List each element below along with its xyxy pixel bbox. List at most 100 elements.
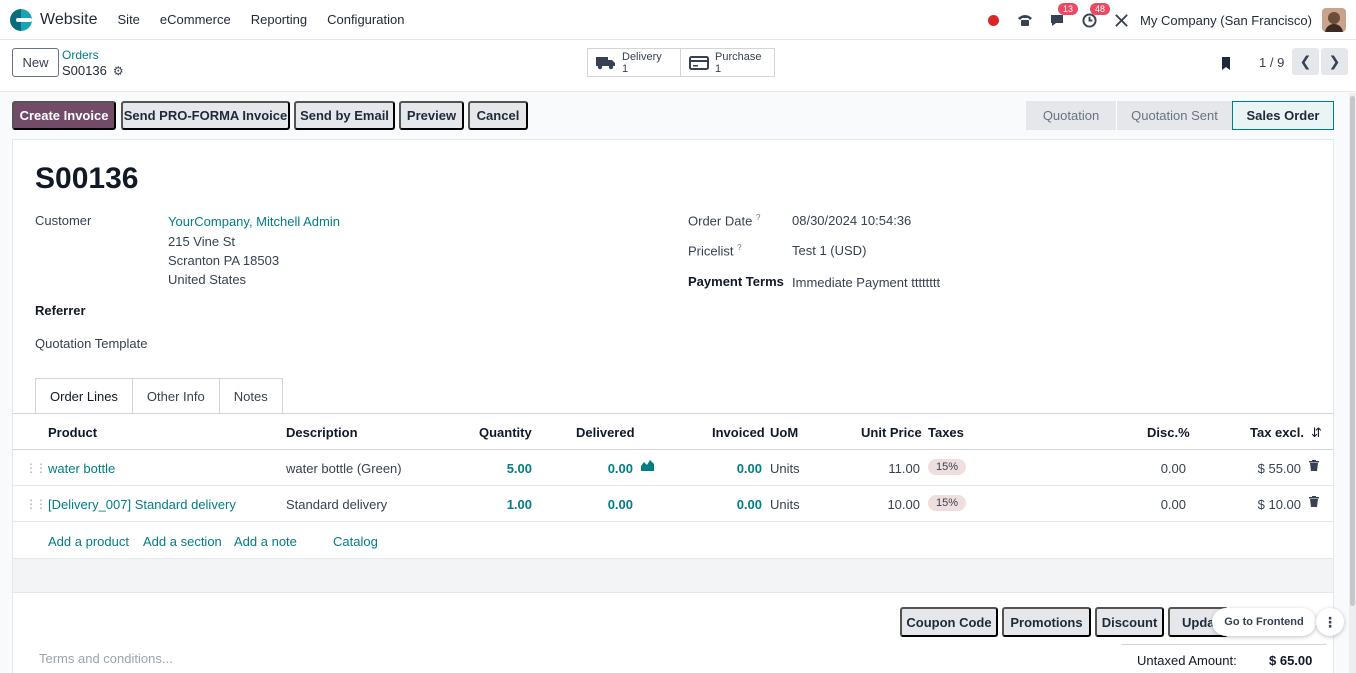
pager-value[interactable]: 1 / 9 [1259, 55, 1284, 70]
row-quantity[interactable]: 5.00 [483, 461, 532, 476]
table-row[interactable]: ⋮⋮ [Delivery_007] Standard delivery Stan… [13, 486, 1333, 522]
tab-notes[interactable]: Notes [218, 378, 283, 414]
order-date-field[interactable]: 08/30/2024 10:54:36 [792, 213, 911, 228]
website-logo-icon [10, 8, 32, 31]
send-by-email-button[interactable]: Send by Email [294, 101, 395, 130]
col-unit-price[interactable]: Unit Price [861, 425, 922, 440]
messages-button[interactable]: 13 [1048, 3, 1079, 29]
go-to-frontend-button[interactable]: Go to Frontend [1212, 608, 1316, 636]
col-invoiced[interactable]: Invoiced [712, 425, 765, 440]
row-product[interactable]: [Delivery_007] Standard delivery [48, 497, 236, 512]
row-tax-badge[interactable]: 15% [928, 495, 967, 511]
send-proforma-button[interactable]: Send PRO-FORMA Invoice [121, 101, 290, 130]
payment-terms-field[interactable]: Immediate Payment tttttttt [792, 275, 940, 290]
debug-tools-button[interactable] [1112, 11, 1130, 29]
bookmark-icon[interactable] [1220, 56, 1232, 74]
delivery-smart-button[interactable]: Delivery 1 [587, 48, 681, 77]
new-button[interactable]: New [12, 48, 59, 77]
row-uom[interactable]: Units [770, 461, 800, 476]
menu-item-ecommerce[interactable]: eCommerce [160, 12, 231, 27]
row-product[interactable]: water bottle [48, 461, 115, 476]
app-logo[interactable]: Website [10, 8, 98, 31]
phone-button[interactable] [1016, 11, 1034, 29]
delivery-label: Delivery [622, 50, 662, 63]
terms-field[interactable]: Terms and conditions... [39, 651, 173, 666]
row-delivered: 0.00 [607, 497, 633, 512]
col-product[interactable]: Product [48, 425, 97, 440]
activities-button[interactable]: 48 [1080, 3, 1111, 29]
chat-icon [1051, 15, 1064, 26]
company-switcher[interactable]: My Company (San Francisco) [1140, 13, 1312, 28]
purchase-count: 1 [715, 62, 722, 75]
stage-quotation[interactable]: Quotation [1026, 101, 1116, 130]
page-scrollbar-thumb[interactable] [1350, 96, 1355, 606]
payment-terms-label: Payment Terms [688, 274, 784, 289]
customer-link[interactable]: YourCompany, Mitchell Admin [168, 214, 340, 229]
cancel-button[interactable]: Cancel [468, 101, 528, 130]
row-description[interactable]: water bottle (Green) [286, 461, 402, 476]
purchase-smart-button[interactable]: Purchase 1 [680, 48, 775, 77]
control-panel: New Orders S00136 ⚙ Delivery 1 Purchase … [0, 40, 1356, 92]
col-description[interactable]: Description [286, 425, 358, 440]
col-quantity[interactable]: Quantity [479, 425, 532, 440]
column-settings-icon[interactable]: ⇵ [1311, 425, 1322, 441]
row-discount[interactable]: 0.00 [1133, 461, 1186, 476]
more-options-icon[interactable]: ⋮ [1316, 608, 1344, 636]
pricelist-help-icon[interactable]: ? [737, 243, 741, 252]
preview-button[interactable]: Preview [399, 101, 464, 130]
stage-quotation-sent[interactable]: Quotation Sent [1116, 101, 1232, 130]
order-date-label-text: Order Date [688, 213, 753, 229]
stage-sales-order[interactable]: Sales Order [1232, 101, 1334, 130]
col-taxes[interactable]: Taxes [928, 425, 964, 440]
add-note-link[interactable]: Add a note [234, 534, 297, 549]
row-discount[interactable]: 0.00 [1133, 497, 1186, 512]
untaxed-amount-value: $ 65.00 [1269, 653, 1313, 668]
discount-button[interactable]: Discount [1095, 607, 1164, 637]
user-avatar[interactable] [1322, 8, 1346, 32]
main-menu: Site eCommerce Reporting Configuration [118, 12, 425, 27]
order-date-help-icon[interactable]: ? [756, 213, 760, 222]
col-tax-excl[interactable]: Tax excl. [1250, 425, 1304, 440]
pager-previous-button[interactable]: ❮ [1292, 48, 1319, 75]
table-row[interactable]: ⋮⋮ water bottle water bottle (Green) 5.0… [13, 450, 1333, 486]
truck-icon [596, 56, 615, 69]
menu-item-site[interactable]: Site [118, 12, 140, 27]
gear-icon[interactable]: ⚙ [113, 64, 124, 78]
tab-other-info[interactable]: Other Info [131, 378, 220, 414]
trash-icon[interactable] [1309, 460, 1319, 474]
row-unit-price[interactable]: 11.00 [863, 461, 920, 476]
tab-order-lines[interactable]: Order Lines [35, 378, 133, 414]
trash-icon[interactable] [1309, 496, 1319, 510]
col-discount[interactable]: Disc.% [1147, 425, 1190, 440]
add-section-link[interactable]: Add a section [143, 534, 222, 549]
row-tax-badge[interactable]: 15% [928, 459, 967, 475]
add-product-link[interactable]: Add a product [48, 534, 129, 549]
empty-row [13, 559, 1333, 593]
pager-next-button[interactable]: ❯ [1321, 48, 1348, 75]
catalog-link[interactable]: Catalog [333, 534, 378, 549]
row-subtotal: $ 55.00 [1257, 461, 1301, 476]
drag-handle-icon[interactable]: ⋮⋮ [25, 461, 47, 475]
coupon-code-button[interactable]: Coupon Code [900, 607, 998, 637]
row-unit-price[interactable]: 10.00 [863, 497, 920, 512]
pricelist-field[interactable]: Test 1 (USD) [792, 243, 866, 258]
row-description[interactable]: Standard delivery [286, 497, 387, 512]
activities-badge: 48 [1090, 3, 1111, 15]
col-uom[interactable]: UoM [770, 425, 798, 440]
menu-item-configuration[interactable]: Configuration [327, 12, 404, 27]
promotions-button[interactable]: Promotions [1002, 607, 1091, 637]
col-delivered[interactable]: Delivered [576, 425, 635, 440]
quotation-template-label: Quotation Template [35, 336, 148, 351]
recording-indicator[interactable] [984, 11, 1002, 29]
row-invoiced: 0.00 [736, 461, 762, 476]
create-invoice-button[interactable]: Create Invoice [12, 101, 116, 130]
row-uom[interactable]: Units [770, 497, 800, 512]
breadcrumb-orders[interactable]: Orders [62, 48, 99, 62]
forecast-chart-icon[interactable] [641, 459, 655, 474]
form-statusbar: Create Invoice Send PRO-FORMA Invoice Se… [12, 101, 1334, 130]
chevron-right-icon: ❯ [1328, 53, 1341, 69]
row-quantity[interactable]: 1.00 [483, 497, 532, 512]
drag-handle-icon[interactable]: ⋮⋮ [25, 497, 47, 511]
menu-item-reporting[interactable]: Reporting [251, 12, 307, 27]
untaxed-amount-label: Untaxed Amount: [1137, 653, 1237, 668]
